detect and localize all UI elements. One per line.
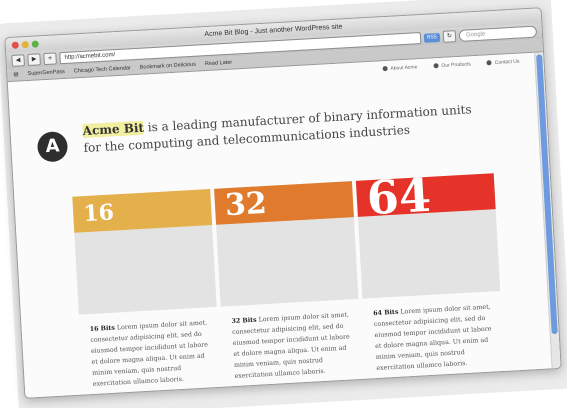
card-number-band: 64: [355, 173, 496, 217]
nav-about[interactable]: About Acme: [382, 64, 418, 72]
reload-icon[interactable]: ↻: [442, 30, 457, 43]
card-number-band: 16: [72, 189, 213, 233]
page-headline: Acme Bit is a leading manufacturer of bi…: [82, 101, 483, 157]
browser-window: Acme Bit Blog - Just another WordPress s…: [4, 7, 562, 399]
close-window-button[interactable]: [11, 41, 19, 49]
minimize-window-button[interactable]: [21, 40, 29, 49]
bookmark-item[interactable]: Bookmark on Delicious: [140, 62, 196, 71]
bookmark-item[interactable]: Read Later: [205, 60, 233, 68]
acme-logo[interactable]: A: [36, 130, 69, 163]
nav-contact-label: Contact Us: [494, 58, 520, 66]
product-card-32[interactable]: 32 32 Bits Lorem ipsum dolor sit amet, c…: [214, 181, 359, 380]
card-description: 32 Bits Lorem ipsum dolor sit amet, cons…: [231, 309, 358, 382]
card-description: 64 Bits Lorem ipsum dolor sit amet, cons…: [373, 301, 500, 374]
bookmark-item[interactable]: SuperGenPass: [27, 69, 65, 77]
nav-about-label: About Acme: [390, 64, 418, 72]
brand-name: Acme Bit: [82, 120, 145, 139]
card-title: 64 Bits: [373, 308, 399, 318]
rss-badge[interactable]: RSS: [423, 32, 441, 43]
card-number-band: 32: [214, 181, 354, 225]
phone-icon: [486, 60, 492, 66]
bookmark-item[interactable]: Chicago Tech Calendar: [74, 65, 131, 74]
product-card-64[interactable]: 64 64 Bits Lorem ipsum dolor sit amet, c…: [355, 173, 501, 372]
box-icon: [433, 63, 439, 69]
back-button[interactable]: ◀: [11, 54, 25, 67]
page-content: About Acme Our Products Contact Us A Acm…: [7, 52, 561, 399]
nav-contact[interactable]: Contact Us: [486, 58, 520, 67]
window-controls: [11, 40, 39, 49]
info-icon: [382, 66, 388, 72]
screenshot-stage: Acme Bit Blog - Just another WordPress s…: [0, 0, 567, 408]
site-nav: About Acme Our Products Contact Us: [382, 58, 520, 73]
nav-products[interactable]: Our Products: [433, 61, 471, 69]
card-title: 32 Bits: [231, 316, 257, 326]
card-description: 16 Bits Lorem ipsum dolor sit amet, cons…: [89, 317, 216, 390]
forward-button[interactable]: ▶: [27, 53, 41, 67]
card-title: 16 Bits: [89, 324, 116, 333]
bookmarks-icon[interactable]: ▤: [13, 72, 19, 78]
product-card-16[interactable]: 16 16 Bits Lorem ipsum dolor sit amet, c…: [72, 189, 217, 388]
zoom-window-button[interactable]: [31, 40, 39, 48]
add-bookmark-button[interactable]: +: [43, 52, 57, 66]
nav-products-label: Our Products: [441, 61, 471, 69]
